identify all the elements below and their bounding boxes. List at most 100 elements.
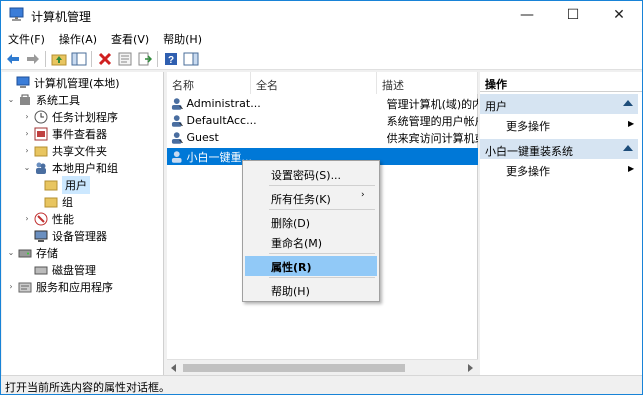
user-description: 管理计算机(域)的内置 (386, 97, 478, 111)
menu-action[interactable]: 操作(A) (52, 28, 104, 48)
storage-icon (18, 249, 32, 257)
menu-item-set-password[interactable]: 设置密码(S)... (245, 164, 377, 184)
delete-icon[interactable] (97, 51, 113, 67)
tree-node-groups[interactable]: 组 (42, 193, 73, 210)
collapse-icon[interactable] (623, 100, 633, 106)
tree-node-performance[interactable]: › 性能 (22, 210, 74, 227)
tree-label: 计算机管理(本地) (34, 76, 120, 90)
tree-label: 性能 (52, 212, 74, 226)
tree-node-users[interactable]: 用户 (42, 175, 90, 194)
user-description: 供来宾访问计算机或 (386, 131, 478, 145)
tree-label: 存储 (36, 246, 58, 260)
computer-management-icon (16, 76, 30, 88)
user-icon (171, 150, 182, 163)
user-description: 系统管理的用户帐户 (386, 114, 478, 128)
tree-node-root[interactable]: 计算机管理(本地) (4, 74, 120, 91)
up-folder-icon[interactable] (51, 51, 67, 67)
more-actions-link[interactable]: 更多操作 (506, 163, 550, 179)
chevron-down-icon[interactable]: ⌄ (22, 163, 32, 172)
folder-icon (44, 180, 58, 190)
title-bar[interactable]: 计算机管理 — ☐ ✕ (1, 1, 642, 28)
chevron-right-icon[interactable]: › (22, 146, 32, 155)
menu-view[interactable]: 查看(V) (104, 28, 156, 48)
user-icon (171, 97, 183, 110)
chevron-down-icon[interactable]: ⌄ (6, 248, 16, 257)
chevron-right-icon[interactable]: › (22, 214, 32, 223)
tree-label: 共享文件夹 (52, 144, 107, 158)
menu-separator (269, 185, 375, 186)
menu-help[interactable]: 帮助(H) (156, 28, 209, 48)
tree-node-local-users[interactable]: ⌄ 本地用户和组 (22, 159, 118, 176)
menu-item-rename[interactable]: 重命名(M) (245, 232, 377, 252)
menu-item-delete[interactable]: 删除(D) (245, 212, 377, 232)
tree-node-system-tools[interactable]: ⌄ 系统工具 (6, 91, 80, 108)
show-hide-tree-icon[interactable] (71, 51, 87, 67)
disk-icon (34, 266, 48, 274)
menu-item-all-tasks[interactable]: 所有任务(K) (245, 188, 377, 208)
tree-label: 用户 (62, 175, 90, 194)
minimize-button[interactable]: — (504, 1, 550, 28)
tree-label: 组 (62, 195, 73, 209)
tree-label: 磁盘管理 (52, 263, 96, 277)
chevron-right-icon: › (361, 190, 365, 200)
column-header-description[interactable]: 描述 (377, 72, 478, 94)
toolbar-separator (157, 51, 158, 67)
actions-pane: 操作 用户 更多操作 ▶ 小白一键重装系统 更多操作 ▶ (480, 72, 642, 375)
back-arrow-icon[interactable] (5, 51, 21, 67)
help-icon[interactable]: ? (163, 51, 179, 67)
tree-node-storage[interactable]: ⌄ 存储 (6, 244, 58, 261)
submenu-arrow-icon: ▶ (628, 119, 635, 128)
actions-section-users[interactable]: 用户 (480, 94, 638, 114)
users-group-icon (36, 162, 46, 174)
menu-bar: 文件(F) 操作(A) 查看(V) 帮助(H) (1, 28, 642, 48)
chevron-right-icon[interactable]: › (6, 282, 16, 291)
tree-node-disk-management[interactable]: 磁盘管理 (32, 261, 96, 278)
properties-icon[interactable] (117, 51, 133, 67)
chevron-right-icon[interactable]: › (22, 129, 32, 138)
export-icon[interactable] (137, 51, 153, 67)
maximize-button[interactable]: ☐ (550, 1, 596, 28)
chevron-down-icon[interactable]: ⌄ (6, 95, 16, 104)
list-item[interactable]: Guest 供来宾访问计算机或 (167, 129, 478, 146)
computer-management-window: 计算机管理 — ☐ ✕ 文件(F) 操作(A) 查看(V) 帮助(H) ? 计算… (0, 0, 643, 395)
menu-file[interactable]: 文件(F) (1, 28, 52, 48)
tree-label: 本地用户和组 (52, 161, 118, 175)
horizontal-scrollbar[interactable] (167, 359, 478, 375)
performance-icon (34, 212, 48, 225)
column-header-fullname[interactable]: 全名 (251, 72, 377, 94)
close-button[interactable]: ✕ (596, 1, 642, 28)
column-header-name[interactable]: 名称 (167, 72, 251, 94)
menu-separator (269, 277, 375, 278)
chevron-right-icon[interactable]: › (22, 112, 32, 121)
scrollbar-thumb[interactable] (183, 364, 405, 372)
tree-label: 服务和应用程序 (36, 280, 113, 294)
more-actions-link[interactable]: 更多操作 (506, 118, 550, 134)
list-item[interactable]: DefaultAcc... 系统管理的用户帐户 (167, 112, 478, 129)
tree-label: 系统工具 (36, 93, 80, 107)
collapse-icon[interactable] (623, 145, 633, 151)
action-pane-icon[interactable] (183, 51, 199, 67)
actions-section-selected-user[interactable]: 小白一键重装系统 (480, 139, 638, 159)
context-menu: 设置密码(S)... 所有任务(K) › 删除(D) 重命名(M) 属性(R) … (242, 160, 380, 302)
forward-arrow-icon[interactable] (25, 51, 41, 67)
scroll-left-icon[interactable] (170, 364, 178, 372)
list-item[interactable]: Administrat... 管理计算机(域)的内置 (167, 95, 478, 112)
scroll-right-icon[interactable] (466, 364, 474, 372)
tree-node-task-scheduler[interactable]: › 任务计划程序 (22, 108, 118, 125)
toolbar-separator (45, 51, 46, 67)
user-name: DefaultAcc... (186, 114, 257, 127)
toolbar-separator (91, 51, 92, 67)
tree-node-event-viewer[interactable]: › 事件查看器 (22, 125, 107, 142)
menu-item-help[interactable]: 帮助(H) (245, 280, 377, 300)
tree-node-device-manager[interactable]: 设备管理器 (32, 227, 107, 244)
menu-item-properties[interactable]: 属性(R) (245, 256, 377, 276)
shared-folder-icon (34, 146, 48, 156)
user-icon (171, 114, 183, 127)
tree-node-services[interactable]: › 服务和应用程序 (6, 278, 113, 295)
tree-node-shared-folders[interactable]: › 共享文件夹 (22, 142, 107, 159)
section-title: 用户 (485, 100, 507, 113)
user-name: Administrat... (186, 97, 261, 110)
clock-icon (34, 110, 48, 123)
toolbar: ? (1, 48, 642, 70)
status-bar: 打开当前所选内容的属性对话框。 (1, 375, 642, 394)
